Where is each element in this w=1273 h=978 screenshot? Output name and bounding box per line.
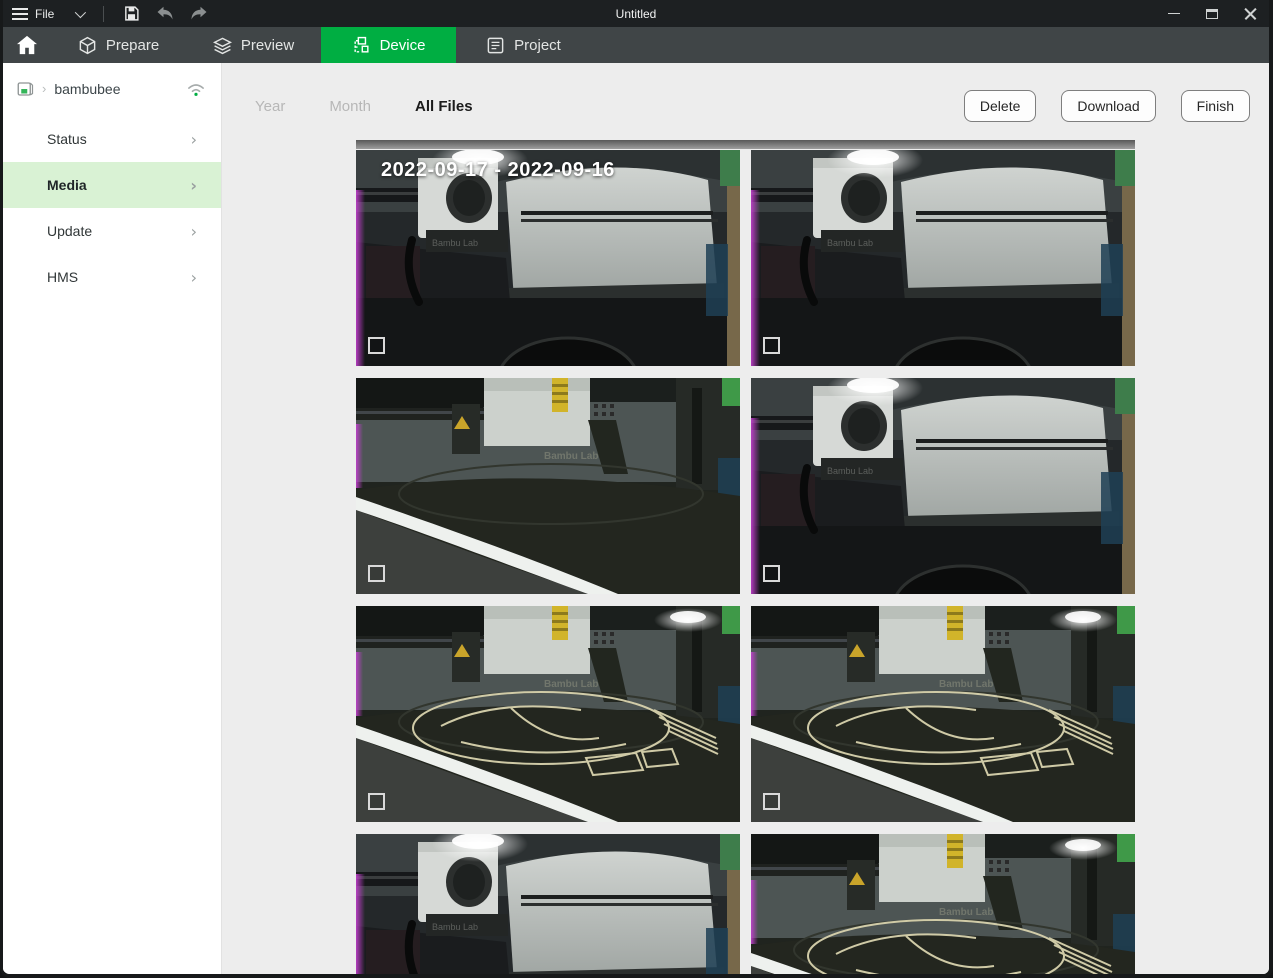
close-icon — [1244, 7, 1257, 20]
printer-selector[interactable]: › bambubee — [16, 74, 207, 104]
thumbnail-checkbox[interactable] — [763, 793, 780, 810]
sidebar-item-media[interactable]: Media › — [3, 162, 221, 208]
media-header: Year Month All Files Delete Download Fin… — [222, 63, 1269, 125]
tab-prepare-label: Prepare — [106, 37, 159, 54]
chevron-right-icon: › — [190, 176, 197, 195]
undo-button[interactable] — [148, 0, 182, 27]
file-menu-button[interactable]: File — [3, 0, 93, 27]
camera-snapshot-image — [356, 378, 740, 594]
wifi-icon — [185, 81, 207, 97]
sidebar-item-status[interactable]: Status › — [3, 116, 221, 162]
printer-name: bambubee — [54, 81, 120, 97]
camera-snapshot-image — [751, 378, 1135, 594]
media-thumbnail[interactable] — [751, 606, 1135, 822]
preview-layers-icon — [213, 36, 232, 55]
device-sidebar: › bambubee Status › Media › Upda — [3, 63, 222, 974]
tab-prepare[interactable]: Prepare — [51, 27, 186, 63]
filter-year[interactable]: Year — [255, 98, 285, 115]
camera-snapshot-image — [751, 150, 1135, 366]
file-menu-label: File — [35, 7, 54, 21]
maximize-button[interactable] — [1193, 0, 1231, 27]
media-scroll-area[interactable]: 2022-09-17 - 2022-09-16 — [222, 125, 1269, 974]
tab-project[interactable]: Project — [456, 27, 591, 63]
chevron-right-icon: › — [191, 268, 197, 287]
sidebar-item-label: Update — [47, 223, 92, 239]
chevron-right-icon: › — [191, 130, 197, 149]
camera-snapshot-image — [356, 834, 740, 974]
tab-project-label: Project — [514, 37, 561, 54]
home-icon — [16, 35, 38, 55]
media-thumbnail[interactable]: 2022-09-17 - 2022-09-16 — [356, 150, 740, 366]
camera-snapshot-image — [751, 834, 1135, 974]
sidebar-item-update[interactable]: Update › — [3, 208, 221, 254]
device-icon — [352, 36, 371, 55]
sidebar-item-hms[interactable]: HMS › — [3, 254, 221, 300]
download-button[interactable]: Download — [1061, 90, 1155, 122]
tabbar: Prepare Preview Device Project — [3, 27, 1269, 63]
titlebar: Untitled File — [3, 0, 1269, 27]
media-thumbnail[interactable] — [356, 834, 740, 974]
tab-preview[interactable]: Preview — [186, 27, 321, 63]
finish-button[interactable]: Finish — [1181, 90, 1250, 122]
camera-snapshot-image — [751, 606, 1135, 822]
filter-month[interactable]: Month — [329, 98, 371, 115]
media-thumbnail[interactable] — [751, 378, 1135, 594]
minimize-button[interactable] — [1155, 0, 1193, 27]
chevron-right-icon: › — [191, 222, 197, 241]
maximize-icon — [1206, 9, 1218, 19]
prepare-cube-icon — [78, 36, 97, 55]
media-thumbnail[interactable] — [356, 606, 740, 822]
tab-home[interactable] — [3, 27, 51, 63]
delete-button[interactable]: Delete — [964, 90, 1036, 122]
camera-snapshot-image — [356, 606, 740, 822]
camera-snapshot-image — [356, 150, 740, 366]
chevron-down-icon — [75, 6, 86, 17]
media-grid: 2022-09-17 - 2022-09-16 — [356, 150, 1135, 974]
thumbnail-checkbox[interactable] — [763, 337, 780, 354]
thumbnail-checkbox[interactable] — [368, 565, 385, 582]
filter-all-files[interactable]: All Files — [415, 98, 473, 115]
project-list-icon — [486, 36, 505, 55]
thumbnail-checkbox[interactable] — [368, 337, 385, 354]
thumbnail-date-overlay: 2022-09-17 - 2022-09-16 — [381, 159, 615, 182]
printer-icon — [16, 80, 34, 98]
redo-button[interactable] — [182, 0, 216, 27]
close-button[interactable] — [1231, 0, 1269, 27]
undo-icon — [156, 6, 174, 21]
media-panel: Year Month All Files Delete Download Fin… — [222, 63, 1269, 974]
chevron-right-icon: › — [42, 81, 46, 96]
app-window: Untitled File — [0, 0, 1273, 978]
media-thumbnail[interactable] — [356, 378, 740, 594]
save-icon — [123, 5, 140, 22]
sidebar-item-label: Media — [47, 177, 87, 193]
sidebar-menu: Status › Media › Update › HMS › — [3, 116, 221, 300]
titlebar-divider — [103, 6, 104, 22]
tab-device-label: Device — [380, 37, 426, 54]
scroll-remnant-strip — [356, 140, 1135, 149]
media-actions: Delete Download Finish — [964, 90, 1250, 122]
minimize-icon — [1168, 13, 1180, 15]
thumbnail-checkbox[interactable] — [763, 565, 780, 582]
thumbnail-checkbox[interactable] — [368, 793, 385, 810]
save-button[interactable] — [114, 0, 148, 27]
media-thumbnail[interactable] — [751, 150, 1135, 366]
media-thumbnail[interactable] — [751, 834, 1135, 974]
sidebar-item-label: Status — [47, 131, 87, 147]
hamburger-icon — [12, 8, 28, 20]
tab-preview-label: Preview — [241, 37, 294, 54]
sidebar-item-label: HMS — [47, 269, 78, 285]
redo-icon — [190, 6, 208, 21]
tab-device[interactable]: Device — [321, 27, 456, 63]
